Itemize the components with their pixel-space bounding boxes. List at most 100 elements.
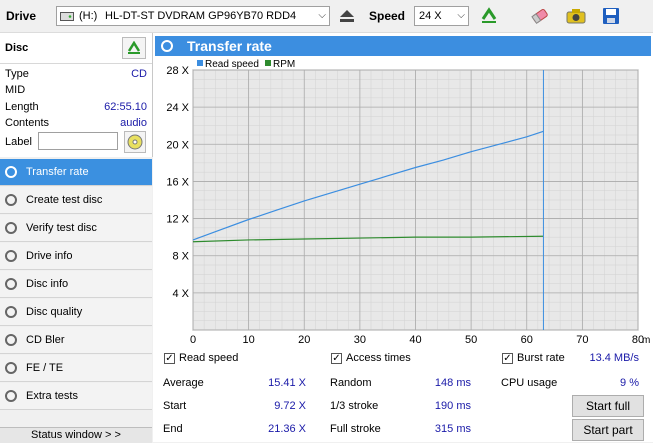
y-tick-label: 16 X bbox=[166, 176, 189, 188]
drive-name: HL-DT-ST DVDRAM GP96YB70 RDD4 bbox=[105, 10, 297, 22]
save-button[interactable] bbox=[598, 4, 624, 28]
panel-title: Transfer rate bbox=[187, 38, 272, 54]
read-speed-label: Read speed bbox=[179, 352, 239, 364]
eject-icon bbox=[340, 10, 354, 22]
average-label: Average bbox=[163, 377, 204, 389]
y-tick-label: 20 X bbox=[166, 139, 189, 151]
nav-item-disc-info[interactable]: Disc info bbox=[0, 271, 152, 298]
x-tick-label: 30 bbox=[354, 334, 366, 346]
burst-rate-label: Burst rate bbox=[517, 352, 565, 364]
end-label: End bbox=[163, 423, 183, 435]
refresh-speed-button[interactable] bbox=[476, 4, 502, 28]
floppy-disk-icon bbox=[603, 8, 619, 24]
y-tick-label: 12 X bbox=[166, 214, 189, 226]
start-label: Start bbox=[163, 400, 187, 412]
refresh-icon bbox=[481, 7, 497, 23]
third-stroke-value: 190 ms bbox=[434, 400, 471, 412]
disc-refresh-button[interactable] bbox=[122, 37, 146, 59]
disc-label-input[interactable] bbox=[38, 132, 118, 150]
chevron-down-icon: ⌵ bbox=[318, 10, 326, 21]
nav-item-transfer-rate[interactable]: Transfer rate bbox=[0, 159, 152, 186]
nav-item-create-test-disc[interactable]: Create test disc bbox=[0, 187, 152, 214]
refresh-icon bbox=[127, 41, 141, 54]
extra-tests-icon bbox=[5, 390, 17, 402]
random-value: 148 ms bbox=[434, 377, 471, 389]
disc-icon bbox=[127, 134, 143, 150]
speed-label: Speed bbox=[369, 9, 406, 23]
y-tick-label: 8 X bbox=[172, 251, 189, 263]
eject-button[interactable] bbox=[334, 4, 360, 28]
x-tick-label: 0 bbox=[190, 334, 196, 346]
status-window-button[interactable]: Status window > > bbox=[0, 427, 152, 443]
legend-read-speed-swatch bbox=[197, 60, 203, 66]
nav-item-verify-test-disc[interactable]: Verify test disc bbox=[0, 215, 152, 242]
access-times-label: Access times bbox=[346, 352, 411, 364]
screenshot-button[interactable] bbox=[563, 4, 589, 28]
x-tick-label: 70 bbox=[576, 334, 588, 346]
x-tick-label: 50 bbox=[465, 334, 477, 346]
speed-select[interactable]: 24 X ⌵ bbox=[414, 6, 469, 26]
start-part-button[interactable]: Start part bbox=[572, 419, 644, 441]
disc-info-icon bbox=[5, 278, 17, 290]
disc-contents-label: Contents bbox=[5, 117, 50, 129]
eraser-icon bbox=[531, 8, 548, 24]
legend-rpm-swatch bbox=[265, 60, 271, 66]
toolbar: Drive (H:) HL-DT-ST DVDRAM GP96YB70 RDD4… bbox=[0, 0, 653, 33]
nav-item-drive-info[interactable]: Drive info bbox=[0, 243, 152, 270]
fe-te-icon bbox=[5, 362, 17, 374]
disc-label-label: Label bbox=[5, 136, 32, 148]
x-tick-label: 10 bbox=[243, 334, 255, 346]
full-stroke-value: 315 ms bbox=[434, 423, 471, 435]
nav-item-disc-quality[interactable]: Disc quality bbox=[0, 299, 152, 326]
y-tick-label: 4 X bbox=[172, 288, 189, 300]
transfer-rate-icon bbox=[161, 40, 173, 52]
average-value: 15.41 X bbox=[268, 377, 306, 389]
cd-bler-icon bbox=[5, 334, 17, 346]
y-axis-ticks: 4 X 8 X 12 X 16 X 20 X 24 X 28 X bbox=[166, 65, 189, 300]
read-speed-checkbox[interactable]: ✓ bbox=[164, 353, 175, 364]
drive-select[interactable]: (H:) HL-DT-ST DVDRAM GP96YB70 RDD4 ⌵ bbox=[56, 6, 330, 26]
nav-item-label: Transfer rate bbox=[26, 166, 89, 178]
burst-rate-checkbox[interactable]: ✓ bbox=[502, 353, 513, 364]
disc-panel: Disc Type CD MID Length 62:55.10 Content… bbox=[0, 33, 153, 157]
x-tick-label: 60 bbox=[521, 334, 533, 346]
disc-label-button[interactable] bbox=[124, 131, 146, 153]
divider bbox=[0, 63, 152, 64]
verify-disc-icon bbox=[5, 222, 17, 234]
burst-rate-value: 13.4 MB/s bbox=[589, 352, 639, 364]
transfer-rate-icon bbox=[5, 166, 17, 178]
disc-mid-label: MID bbox=[5, 84, 26, 96]
nav-item-label: Verify test disc bbox=[26, 222, 97, 234]
end-value: 21.36 X bbox=[268, 423, 306, 435]
disc-length-value: 62:55.10 bbox=[104, 101, 147, 113]
nav-item-label: FE / TE bbox=[26, 362, 64, 374]
transfer-rate-chart: 4 X 8 X 12 X 16 X 20 X 24 X 28 X 0 10 20 30 40 50 60… bbox=[166, 59, 651, 346]
create-disc-icon bbox=[5, 194, 17, 206]
erase-button[interactable] bbox=[527, 4, 553, 28]
nav-item-extra-tests[interactable]: Extra tests bbox=[0, 383, 152, 410]
access-times-checkbox[interactable]: ✓ bbox=[331, 353, 342, 364]
disc-quality-icon bbox=[5, 306, 17, 318]
drive-label: Drive bbox=[6, 9, 37, 23]
legend-read-speed: Read speed bbox=[205, 59, 259, 70]
nav-item-label: Extra tests bbox=[26, 390, 78, 402]
start-full-button[interactable]: Start full bbox=[572, 395, 644, 417]
nav-item-cd-bler[interactable]: CD Bler bbox=[0, 327, 152, 354]
x-tick-label: 40 bbox=[409, 334, 421, 346]
cpu-usage-value: 9 % bbox=[620, 377, 639, 389]
x-axis-ticks: 0 10 20 30 40 50 60 70 80 bbox=[190, 334, 644, 346]
nav-item-label: Create test disc bbox=[26, 194, 103, 206]
nav-item-label: CD Bler bbox=[26, 334, 65, 346]
third-stroke-label: 1/3 stroke bbox=[330, 400, 379, 412]
y-tick-label: 24 X bbox=[166, 102, 189, 114]
drive-letter: (H:) bbox=[79, 10, 98, 22]
full-stroke-label: Full stroke bbox=[330, 423, 381, 435]
nav-item-label: Disc quality bbox=[26, 306, 83, 318]
chevron-down-icon: ⌵ bbox=[457, 10, 465, 21]
disc-title: Disc bbox=[5, 42, 29, 54]
start-value: 9.72 X bbox=[274, 400, 306, 412]
x-axis-unit: min bbox=[642, 335, 651, 346]
cpu-usage-label: CPU usage bbox=[501, 377, 558, 389]
nav-item-fe-te[interactable]: FE / TE bbox=[0, 355, 152, 382]
disc-type-value: CD bbox=[131, 68, 147, 80]
